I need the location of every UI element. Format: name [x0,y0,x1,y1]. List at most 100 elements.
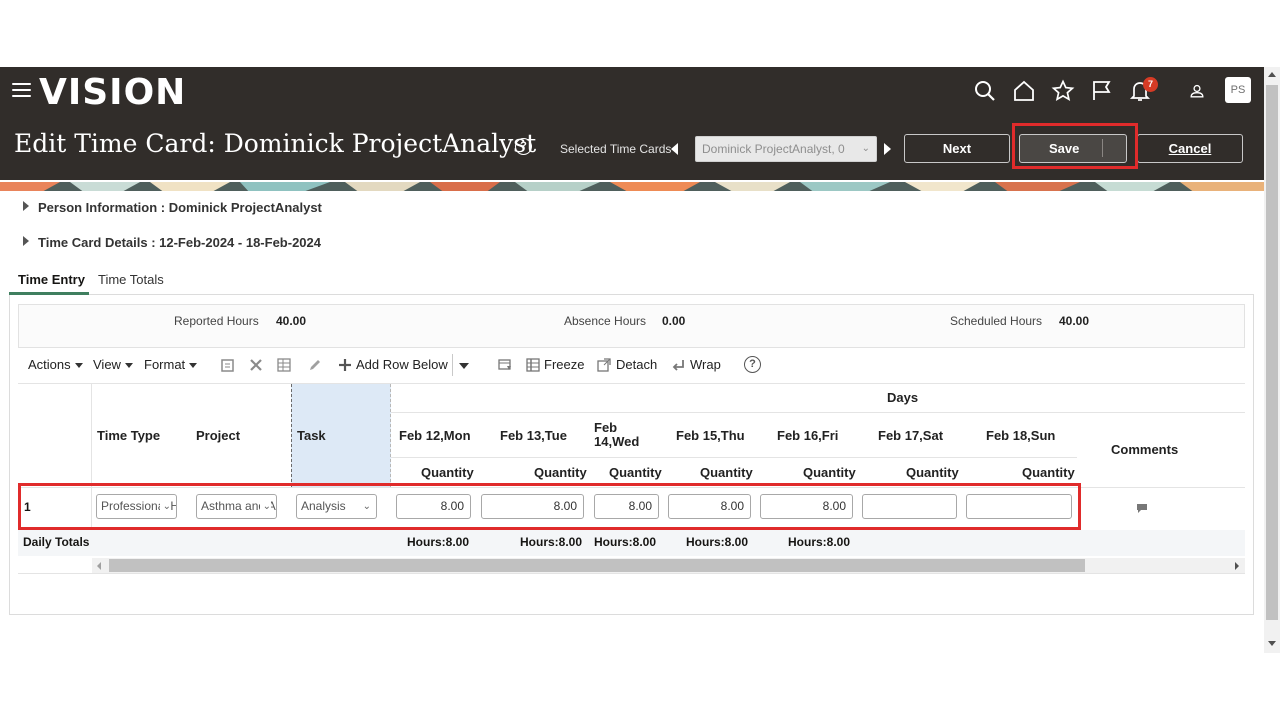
comment-icon[interactable] [1136,501,1148,513]
quantity-input-feb-14[interactable]: 8.00 [594,494,659,519]
save-button[interactable]: Save [1019,134,1127,163]
cancel-button[interactable]: Cancel [1137,134,1243,163]
scroll-left-arrow-icon[interactable] [97,562,101,570]
day-header-feb-13: Feb 13,Tue [500,428,567,443]
chevron-down-icon: ⌄ [259,495,271,518]
daily-total-feb-12: Hours:8.00 [407,535,470,549]
day-header-feb-18: Feb 18,Sun [986,428,1056,443]
project-select[interactable]: Asthma and Allergy ⌄ [196,494,277,519]
tab-time-totals[interactable]: Time Totals [98,272,164,287]
caret-down-icon [459,362,469,369]
daily-total-feb-16: Hours:8.00 [788,535,851,549]
table-help-icon[interactable]: ? [744,356,761,373]
row-header-divider [91,384,92,530]
chevron-down-icon: ⌄ [159,495,171,518]
quantity-input-feb-15[interactable]: 8.00 [668,494,751,519]
edit-pencil-icon[interactable] [307,357,323,373]
quantity-input-feb-12[interactable]: 8.00 [396,494,471,519]
quantity-header: Quantity [803,465,856,480]
day-header-feb-16: Feb 16,Fri [777,428,839,443]
help-icon[interactable]: ? [515,138,532,155]
quantity-header: Quantity [421,465,474,480]
fill-table-icon[interactable] [276,357,292,373]
task-header[interactable]: Task [297,428,326,443]
caret-down-icon [189,363,198,369]
top-band [0,0,1280,67]
previous-card-arrow-icon[interactable] [671,143,678,155]
time-type-select[interactable]: Professional Hours ⌄ [96,494,177,519]
scheduled-hours-value: 40.00 [1059,314,1090,328]
quantity-header: Quantity [609,465,662,480]
scheduled-hours-label: Scheduled Hours [950,314,1043,328]
notification-count-badge: 7 [1143,77,1158,92]
freeze-icon[interactable] [525,357,541,373]
format-menu-label: Format [144,357,186,372]
app-logo[interactable]: VISION [39,72,186,113]
page-title: Edit Time Card: Dominick ProjectAnalyst [14,129,537,158]
scroll-right-arrow-icon[interactable] [1235,562,1239,570]
selected-time-cards-label: Selected Time Cards [560,142,672,156]
avatar[interactable]: PS [1225,77,1251,103]
scroll-up-arrow-icon[interactable] [1268,72,1276,77]
daily-totals-label: Daily Totals [23,535,90,549]
favorites-star-icon[interactable] [1051,79,1075,103]
reported-hours-label: Reported Hours [174,314,259,328]
detach-icon[interactable] [596,357,612,373]
task-select[interactable]: Analysis ⌄ [296,494,377,519]
absence-hours-label: Absence Hours [564,314,647,328]
add-row-dropdown[interactable] [458,357,469,372]
expand-triangle-icon[interactable] [23,201,29,211]
next-card-arrow-icon[interactable] [884,143,891,155]
home-icon[interactable] [1012,79,1036,103]
save-split-divider [1102,139,1103,157]
absence-hours-value: 0.00 [662,314,686,328]
chevron-down-icon: ⌄ [359,495,371,518]
add-plus-icon[interactable] [337,357,353,373]
task-value: Analysis [301,499,346,513]
time-card-details-section[interactable]: Time Card Details : 12-Feb-2024 - 18-Feb… [38,235,321,250]
freeze-button[interactable]: Freeze [544,357,584,372]
quantity-header: Quantity [1022,465,1075,480]
duplicate-icon[interactable] [220,357,236,373]
actions-menu[interactable]: Actions [28,357,83,372]
format-menu[interactable]: Format [144,357,198,372]
detach-button[interactable]: Detach [616,357,657,372]
delete-x-icon[interactable] [248,357,264,373]
search-icon[interactable] [973,79,997,103]
flag-icon[interactable] [1090,79,1114,103]
view-menu-label: View [93,357,121,372]
add-row-below-button[interactable]: Add Row Below [356,357,448,372]
daily-total-feb-15: Hours:8.00 [686,535,749,549]
wrap-icon[interactable] [671,357,687,373]
quantity-header: Quantity [700,465,753,480]
toolbar-separator [452,354,453,376]
caret-down-icon [124,363,133,369]
table-top-border [18,383,1245,384]
quantity-input-feb-17[interactable] [862,494,957,519]
days-header-line [391,412,1245,413]
expand-triangle-icon[interactable] [23,236,29,246]
user-icon[interactable] [1187,81,1207,101]
scroll-down-arrow-icon[interactable] [1268,641,1276,646]
quantity-input-feb-16[interactable]: 8.00 [760,494,853,519]
time-type-header[interactable]: Time Type [97,428,160,443]
person-information-section[interactable]: Person Information : Dominick ProjectAna… [38,200,322,215]
quantity-input-feb-18[interactable] [966,494,1072,519]
horizontal-scroll-thumb[interactable] [109,559,1085,572]
next-button[interactable]: Next [904,134,1010,163]
vertical-scroll-thumb[interactable] [1266,85,1278,620]
vertical-scrollbar[interactable] [1264,67,1280,653]
wrap-button[interactable]: Wrap [690,357,721,372]
quantity-input-feb-13[interactable]: 8.00 [481,494,584,519]
selected-time-card-value: Dominick ProjectAnalyst, 0 [702,142,845,156]
project-header[interactable]: Project [196,428,240,443]
quantity-header: Quantity [906,465,959,480]
view-menu[interactable]: View [93,357,133,372]
daily-total-feb-13: Hours:8.00 [520,535,583,549]
query-by-example-icon[interactable] [497,357,513,373]
menu-icon[interactable] [12,83,31,99]
tab-time-entry[interactable]: Time Entry [18,272,85,287]
selected-time-card-select[interactable]: Dominick ProjectAnalyst, 0 ⌄ [695,136,877,162]
page: VISION 7 PS Edit Time Card: Dominick Pro… [0,0,1280,720]
day-header-feb-14: Feb 14,Wed [594,420,640,449]
